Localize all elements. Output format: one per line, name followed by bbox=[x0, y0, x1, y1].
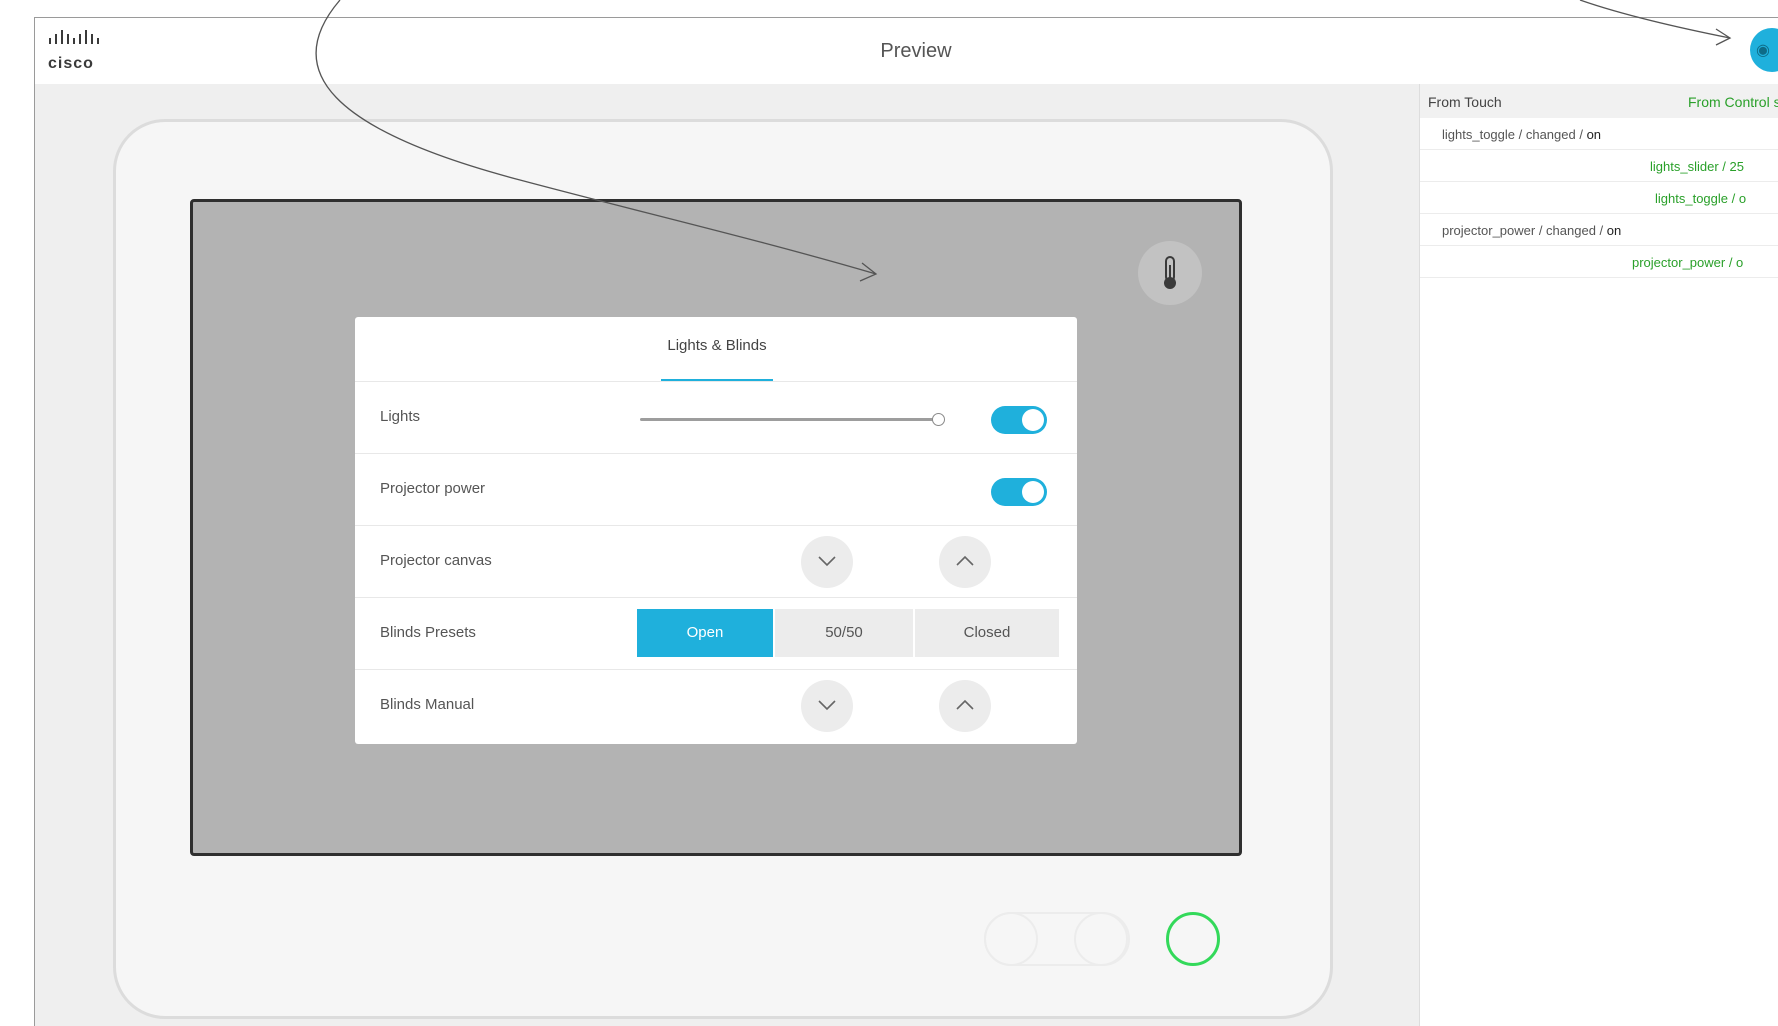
stage: cisco Preview ◉ Lights & Blinds Lights P… bbox=[0, 0, 1778, 1026]
annotation-arrows bbox=[315, 0, 1732, 282]
